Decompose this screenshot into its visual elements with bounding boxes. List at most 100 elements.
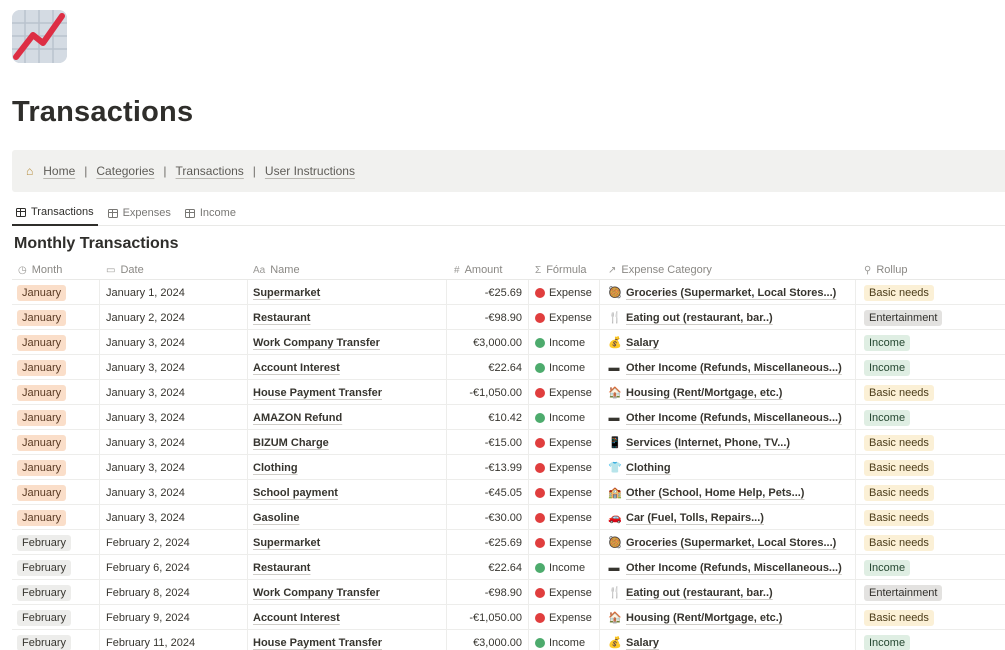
- name-cell[interactable]: Supermarket: [248, 280, 447, 305]
- name-cell[interactable]: Work Company Transfer: [248, 330, 447, 355]
- transaction-name[interactable]: AMAZON Refund: [253, 412, 342, 424]
- category-link[interactable]: Other (School, Home Help, Pets...): [626, 487, 804, 499]
- category-link[interactable]: Eating out (restaurant, bar..): [626, 587, 773, 599]
- table-row[interactable]: January January 3, 2024 School payment -€45…: [12, 480, 1005, 505]
- name-cell[interactable]: Gasoline: [248, 505, 447, 530]
- column-header-rollup[interactable]: ⚲ Rollup: [864, 260, 908, 280]
- month-cell[interactable]: February: [12, 555, 100, 580]
- nav-link-categories[interactable]: Categories: [96, 164, 154, 178]
- name-cell[interactable]: Supermarket: [248, 530, 447, 555]
- date-cell[interactable]: January 3, 2024: [100, 330, 248, 355]
- date-cell[interactable]: February 8, 2024: [100, 580, 248, 605]
- date-cell[interactable]: January 3, 2024: [100, 480, 248, 505]
- amount-cell[interactable]: -€25.69: [447, 280, 529, 305]
- month-cell[interactable]: January: [12, 330, 100, 355]
- expense-category-cell[interactable]: ▬ Other Income (Refunds, Miscellaneous...…: [600, 555, 856, 580]
- expense-category-cell[interactable]: ▬ Other Income (Refunds, Miscellaneous...…: [600, 355, 856, 380]
- name-cell[interactable]: Account Interest: [248, 355, 447, 380]
- table-row[interactable]: January January 3, 2024 Clothing -€13.99 Exp…: [12, 455, 1005, 480]
- transaction-name[interactable]: House Payment Transfer: [253, 637, 382, 649]
- table-row[interactable]: January January 3, 2024 BIZUM Charge -€15.0…: [12, 430, 1005, 455]
- transaction-name[interactable]: Account Interest: [253, 362, 340, 374]
- name-cell[interactable]: Clothing: [248, 455, 447, 480]
- month-cell[interactable]: February: [12, 580, 100, 605]
- date-cell[interactable]: January 3, 2024: [100, 505, 248, 530]
- column-header-amount[interactable]: # Amount: [454, 260, 502, 280]
- amount-cell[interactable]: €3,000.00: [447, 330, 529, 355]
- date-cell[interactable]: January 3, 2024: [100, 430, 248, 455]
- column-header-month[interactable]: ◷ Month: [18, 260, 62, 280]
- category-link[interactable]: Groceries (Supermarket, Local Stores...): [626, 537, 836, 549]
- category-link[interactable]: Housing (Rent/Mortgage, etc.): [626, 387, 782, 399]
- date-cell[interactable]: January 3, 2024: [100, 380, 248, 405]
- month-cell[interactable]: February: [12, 630, 100, 650]
- category-link[interactable]: Services (Internet, Phone, TV...): [626, 437, 790, 449]
- month-cell[interactable]: January: [12, 280, 100, 305]
- table-row[interactable]: January January 3, 2024 Work Company Trans…: [12, 330, 1005, 355]
- chart-increasing-icon[interactable]: [12, 10, 67, 63]
- table-row[interactable]: January January 3, 2024 Account Interest €2…: [12, 355, 1005, 380]
- transaction-name[interactable]: Supermarket: [253, 287, 320, 299]
- amount-cell[interactable]: -€45.05: [447, 480, 529, 505]
- amount-cell[interactable]: -€30.00: [447, 505, 529, 530]
- month-cell[interactable]: January: [12, 455, 100, 480]
- expense-category-cell[interactable]: 🏫 Other (School, Home Help, Pets...): [600, 480, 856, 505]
- nav-link-user-instructions[interactable]: User Instructions: [265, 164, 355, 178]
- category-link[interactable]: Groceries (Supermarket, Local Stores...): [626, 287, 836, 299]
- transaction-name[interactable]: Restaurant: [253, 562, 310, 574]
- category-link[interactable]: Other Income (Refunds, Miscellaneous...): [626, 362, 842, 374]
- category-link[interactable]: Salary: [626, 337, 659, 349]
- date-cell[interactable]: January 3, 2024: [100, 355, 248, 380]
- nav-link-transactions[interactable]: Transactions: [176, 164, 244, 178]
- column-header-date[interactable]: ▭ Date: [106, 260, 144, 280]
- column-header-expense-category[interactable]: ↗ Expense Category: [608, 260, 712, 280]
- tab-expenses[interactable]: Expenses: [104, 200, 175, 226]
- month-cell[interactable]: January: [12, 355, 100, 380]
- amount-cell[interactable]: -€1,050.00: [447, 380, 529, 405]
- expense-category-cell[interactable]: 💰 Salary: [600, 630, 856, 650]
- expense-category-cell[interactable]: 🥘 Groceries (Supermarket, Local Stores...…: [600, 530, 856, 555]
- transaction-name[interactable]: Work Company Transfer: [253, 337, 380, 349]
- month-cell[interactable]: February: [12, 530, 100, 555]
- table-row[interactable]: January January 3, 2024 AMAZON Refund €10.4…: [12, 405, 1005, 430]
- category-link[interactable]: Salary: [626, 637, 659, 649]
- amount-cell[interactable]: -€98.90: [447, 305, 529, 330]
- name-cell[interactable]: School payment: [248, 480, 447, 505]
- transaction-name[interactable]: Clothing: [253, 462, 298, 474]
- name-cell[interactable]: Account Interest: [248, 605, 447, 630]
- expense-category-cell[interactable]: 🏠 Housing (Rent/Mortgage, etc.): [600, 605, 856, 630]
- table-row[interactable]: February February 9, 2024 Account Interest…: [12, 605, 1005, 630]
- expense-category-cell[interactable]: 💰 Salary: [600, 330, 856, 355]
- transaction-name[interactable]: Gasoline: [253, 512, 299, 524]
- transaction-name[interactable]: School payment: [253, 487, 338, 499]
- amount-cell[interactable]: €22.64: [447, 555, 529, 580]
- category-link[interactable]: Car (Fuel, Tolls, Repairs...): [626, 512, 764, 524]
- date-cell[interactable]: February 6, 2024: [100, 555, 248, 580]
- month-cell[interactable]: January: [12, 430, 100, 455]
- expense-category-cell[interactable]: 🚗 Car (Fuel, Tolls, Repairs...): [600, 505, 856, 530]
- expense-category-cell[interactable]: ▬ Other Income (Refunds, Miscellaneous...…: [600, 405, 856, 430]
- table-row[interactable]: January January 2, 2024 Restaurant -€98.90 E…: [12, 305, 1005, 330]
- table-row[interactable]: February February 11, 2024 House Payment T…: [12, 630, 1005, 650]
- date-cell[interactable]: February 2, 2024: [100, 530, 248, 555]
- date-cell[interactable]: January 2, 2024: [100, 305, 248, 330]
- category-link[interactable]: Housing (Rent/Mortgage, etc.): [626, 612, 782, 624]
- table-row[interactable]: February February 2, 2024 Supermarket -€25.…: [12, 530, 1005, 555]
- transaction-name[interactable]: Restaurant: [253, 312, 310, 324]
- month-cell[interactable]: January: [12, 380, 100, 405]
- tab-transactions[interactable]: Transactions: [12, 200, 98, 226]
- table-row[interactable]: January January 3, 2024 Gasoline -€30.00 Exp…: [12, 505, 1005, 530]
- nav-link-home[interactable]: Home: [43, 164, 75, 178]
- name-cell[interactable]: AMAZON Refund: [248, 405, 447, 430]
- name-cell[interactable]: Restaurant: [248, 555, 447, 580]
- date-cell[interactable]: February 11, 2024: [100, 630, 248, 650]
- column-header-formula[interactable]: Σ Fórmula: [535, 260, 587, 280]
- amount-cell[interactable]: €10.42: [447, 405, 529, 430]
- category-link[interactable]: Other Income (Refunds, Miscellaneous...): [626, 562, 842, 574]
- date-cell[interactable]: January 3, 2024: [100, 455, 248, 480]
- category-link[interactable]: Other Income (Refunds, Miscellaneous...): [626, 412, 842, 424]
- month-cell[interactable]: January: [12, 405, 100, 430]
- date-cell[interactable]: January 3, 2024: [100, 405, 248, 430]
- expense-category-cell[interactable]: 🥘 Groceries (Supermarket, Local Stores...…: [600, 280, 856, 305]
- month-cell[interactable]: February: [12, 605, 100, 630]
